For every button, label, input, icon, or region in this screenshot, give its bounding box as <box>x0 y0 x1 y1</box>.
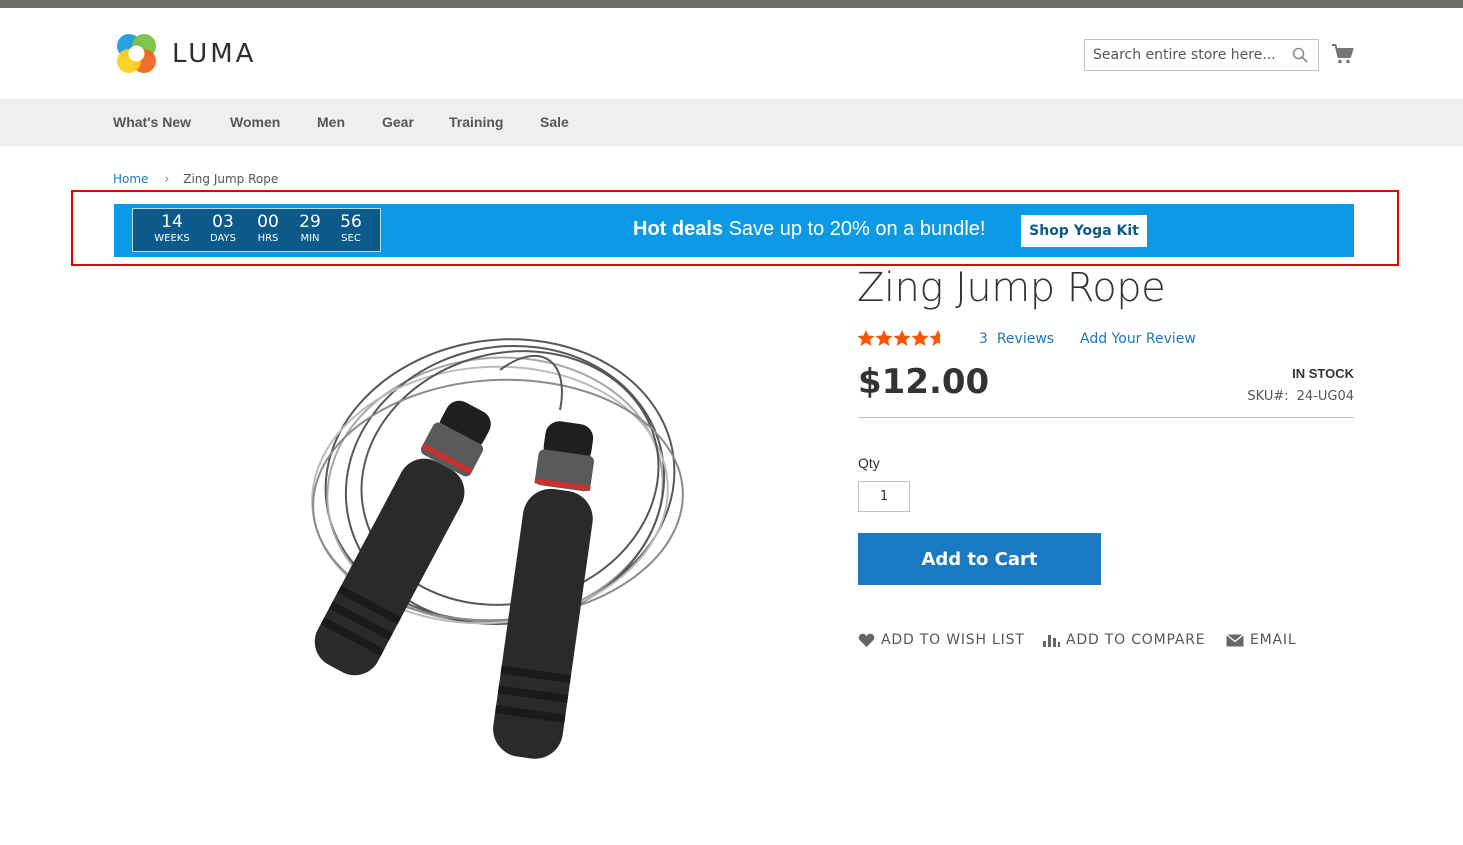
reviews-count: 3 <box>979 331 988 347</box>
search-icon[interactable] <box>1292 47 1308 63</box>
nav-item-sale[interactable]: Sale <box>540 114 569 130</box>
heart-icon <box>858 633 875 647</box>
brand-name: LUMA <box>172 38 257 69</box>
stock-status: IN STOCK <box>1292 366 1354 381</box>
breadcrumb-separator-icon: › <box>164 172 170 186</box>
promo-headline-text: Save up to 20% on a bundle! <box>728 218 986 240</box>
wishlist-label: ADD TO WISH LIST <box>881 632 1025 648</box>
luma-logo-icon <box>117 34 156 73</box>
countdown-weeks-label: WEEKS <box>154 233 190 244</box>
rating-stars-icon <box>857 330 940 346</box>
countdown-hours: 00 HRS <box>249 212 287 246</box>
breadcrumb-home-link[interactable]: Home <box>113 172 148 186</box>
sku-label: SKU#: <box>1247 389 1289 404</box>
envelope-icon <box>1226 633 1244 646</box>
add-to-cart-button[interactable]: Add to Cart <box>858 533 1101 585</box>
email-link[interactable]: EMAIL <box>1226 632 1296 648</box>
countdown-weeks: 14 WEEKS <box>142 212 202 246</box>
reviews-label: Reviews <box>996 331 1055 347</box>
countdown-minutes-label: MIN <box>300 233 320 244</box>
shopping-cart-icon[interactable] <box>1331 42 1355 66</box>
search-box <box>1084 39 1319 71</box>
main-navigation: What's New Women Men Gear Training Sale <box>0 99 1463 146</box>
countdown-seconds: 56 SEC <box>332 212 370 246</box>
nav-item-whats-new[interactable]: What's New <box>113 114 191 130</box>
countdown-days-value: 03 <box>212 212 234 232</box>
qty-input[interactable] <box>858 481 910 512</box>
promo-banner: 14 WEEKS 03 DAYS 00 HRS 29 MIN 56 SEC Ho… <box>114 204 1354 257</box>
countdown-weeks-value: 14 <box>161 212 183 232</box>
product-title: Zing Jump Rope <box>857 265 1166 311</box>
search-input[interactable] <box>1085 40 1301 70</box>
countdown-seconds-value: 56 <box>340 212 362 232</box>
top-strip <box>0 0 1463 8</box>
site-header: LUMA <box>0 8 1463 99</box>
breadcrumb: Home › Zing Jump Rope <box>113 172 278 186</box>
add-review-link[interactable]: Add Your Review <box>1080 331 1196 347</box>
countdown-minutes: 29 MIN <box>291 212 329 246</box>
nav-item-men[interactable]: Men <box>317 114 345 130</box>
nav-item-women[interactable]: Women <box>230 114 280 130</box>
email-label: EMAIL <box>1250 632 1297 648</box>
product-price: $12.00 <box>858 362 990 402</box>
qty-label: Qty <box>858 455 880 471</box>
store-logo[interactable]: LUMA <box>114 31 256 76</box>
nav-item-gear[interactable]: Gear <box>382 114 414 130</box>
countdown-hours-value: 00 <box>257 212 279 232</box>
product-image[interactable] <box>240 320 710 780</box>
compare-bars-icon <box>1043 635 1060 647</box>
shop-yoga-kit-button[interactable]: Shop Yoga Kit <box>1021 215 1147 247</box>
compare-label: ADD TO COMPARE <box>1066 632 1206 648</box>
sku-value: 24-UG04 <box>1296 389 1354 404</box>
product-sku: SKU#: 24-UG04 <box>1247 389 1354 404</box>
countdown-minutes-value: 29 <box>299 212 321 232</box>
add-to-wishlist-link[interactable]: ADD TO WISH LIST <box>858 632 1025 648</box>
countdown-hours-label: HRS <box>257 233 279 244</box>
reviews-link[interactable]: 3 Reviews <box>979 331 1054 347</box>
divider <box>858 417 1354 418</box>
promo-headline-bold: Hot deals <box>633 218 724 240</box>
countdown-days-label: DAYS <box>209 233 237 244</box>
add-to-compare-link[interactable]: ADD TO COMPARE <box>1043 632 1205 648</box>
nav-item-training[interactable]: Training <box>449 114 503 130</box>
countdown-seconds-label: SEC <box>341 233 361 244</box>
promo-headline: Hot deals Save up to 20% on a bundle! <box>633 218 985 241</box>
countdown-days: 03 DAYS <box>203 212 243 246</box>
breadcrumb-current: Zing Jump Rope <box>183 172 279 186</box>
countdown-timer: 14 WEEKS 03 DAYS 00 HRS 29 MIN 56 SEC <box>132 208 381 252</box>
